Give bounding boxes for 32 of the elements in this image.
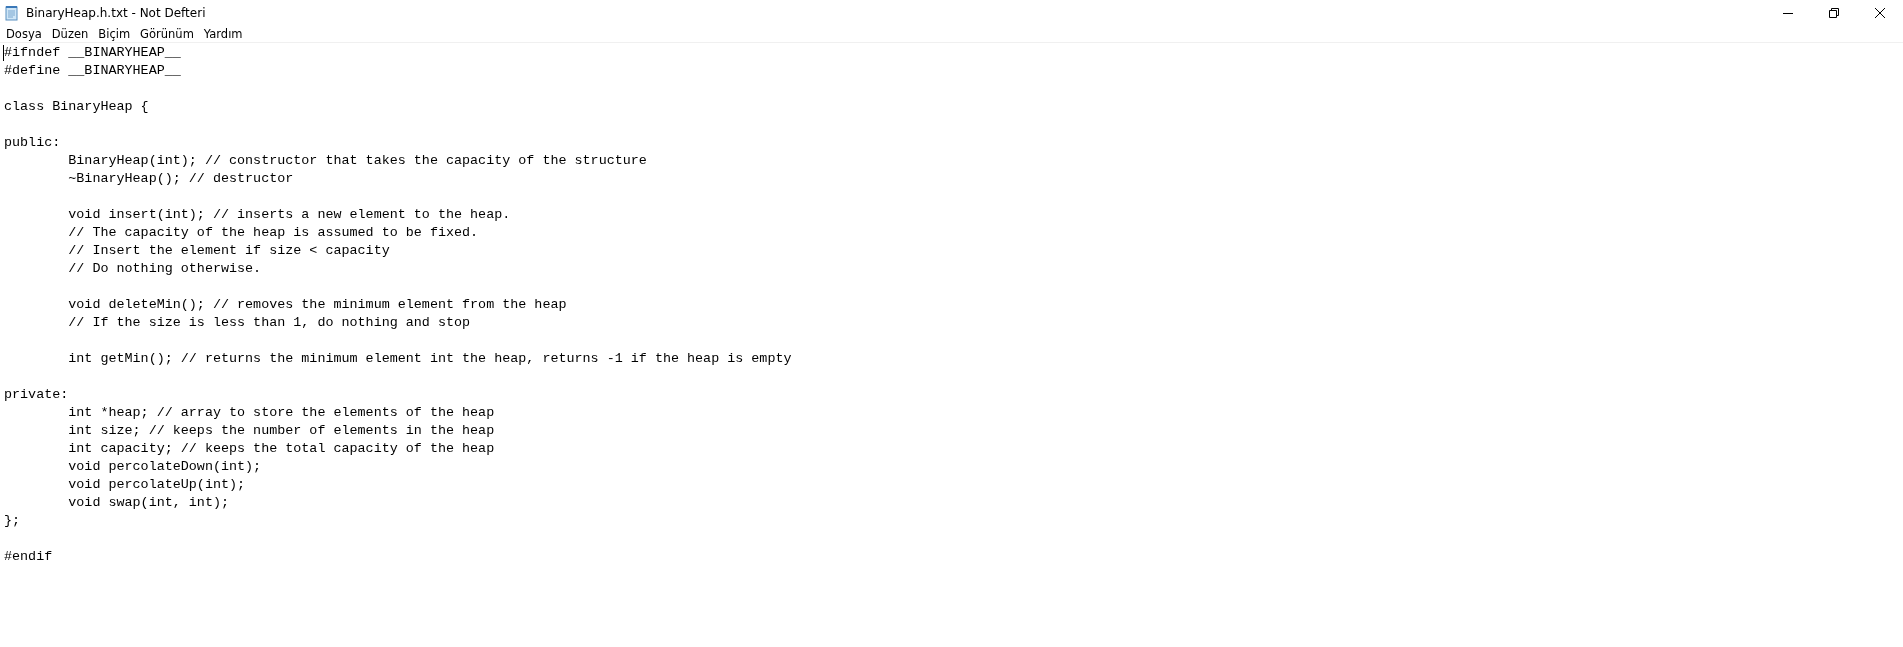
menu-item[interactable]: Biçim <box>93 26 136 41</box>
code-line: private: <box>4 386 69 404</box>
code-line: #ifndef __BINARYHEAP__ <box>4 44 181 62</box>
code-line: // If the size is less than 1, do nothing and stop <box>67 314 471 332</box>
menu-item[interactable]: Yardım <box>198 26 248 41</box>
code-line: // Insert the element if size < capacity <box>67 242 390 260</box>
code-line: class BinaryHeap { <box>4 98 149 116</box>
code-line: void deleteMin(); // removes the minimum element from the heap <box>67 296 567 314</box>
code-line: int *heap; // array to store the elements of the heap <box>67 404 495 422</box>
code-line: int size; // keeps the number of elements in the heap <box>67 422 495 440</box>
text-cursor <box>3 45 4 61</box>
code-line: // The capacity of the heap is assumed to be fixed. <box>67 224 479 242</box>
restore-icon <box>1829 7 1839 18</box>
menu-item[interactable]: Düzen <box>46 26 94 41</box>
code-line: int getMin(); // returns the minimum element int the heap, returns -1 if the heap is empty <box>67 350 792 368</box>
code-line: BinaryHeap(int); // constructor that takes the capacity of the structure <box>67 152 647 170</box>
code-line: // Do nothing otherwise. <box>67 260 262 278</box>
menu-item[interactable]: Görünüm <box>135 26 199 41</box>
window-title: BinaryHeap.h.txt - Not Defteri <box>26 5 206 20</box>
code-line: #define __BINARYHEAP__ <box>4 62 181 80</box>
code-line: #endif <box>4 548 53 566</box>
notepad-icon <box>4 4 20 21</box>
code-line: public: <box>4 134 61 152</box>
code-line: void percolateDown(int); <box>67 458 262 476</box>
code-line: void swap(int, int); <box>67 494 229 512</box>
code-line: void percolateUp(int); <box>67 476 246 494</box>
code-line: void insert(int); // inserts a new element to the heap. <box>67 206 511 224</box>
code-line: int capacity; // keeps the total capacity of the heap <box>67 440 495 458</box>
menu-item[interactable]: Dosya <box>1 26 47 41</box>
close-icon <box>1875 7 1885 18</box>
code-line: }; <box>4 512 21 530</box>
code-line: ~BinaryHeap(); // destructor <box>67 170 294 188</box>
